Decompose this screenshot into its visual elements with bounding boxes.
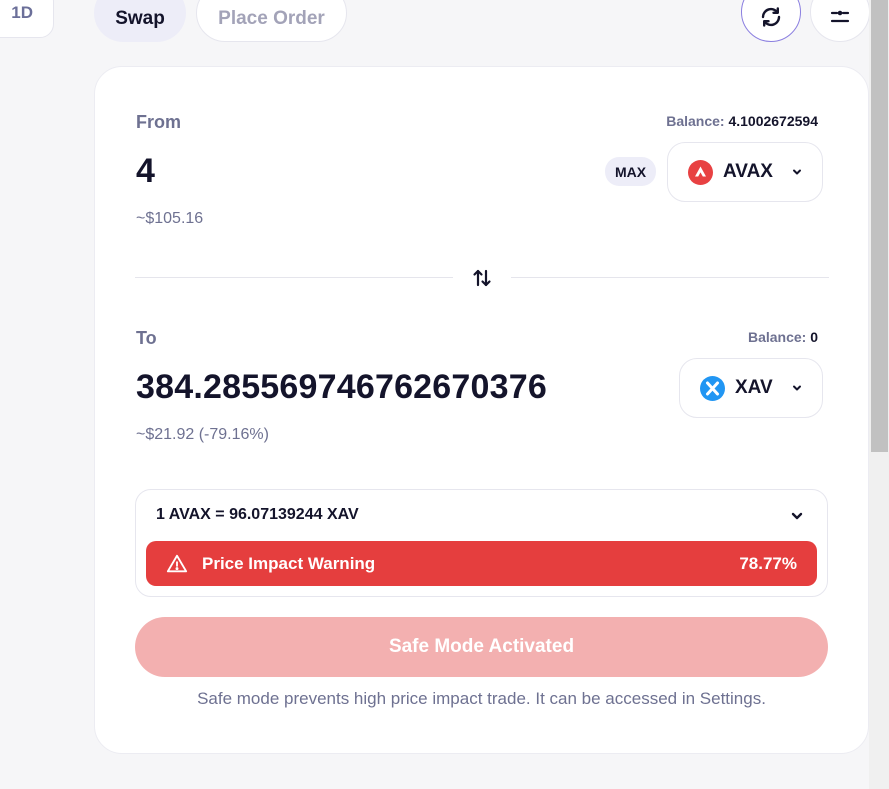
from-balance: Balance: 4.1002672594 <box>600 113 818 129</box>
tab-swap[interactable]: Swap <box>94 0 186 42</box>
price-impact-label: Price Impact Warning <box>202 553 376 573</box>
sliders-icon <box>830 10 850 23</box>
safe-mode-note: Safe mode prevents high price impact tra… <box>197 689 766 708</box>
rate-expand-button[interactable] <box>789 508 805 524</box>
timeframe-label: 1D <box>11 3 33 22</box>
timeframe-button[interactable]: 1D <box>0 0 54 38</box>
tab-place-order-label: Place Order <box>218 8 325 29</box>
to-balance: Balance: 0 <box>600 329 818 345</box>
from-label: From <box>136 112 181 132</box>
refresh-button[interactable] <box>741 0 801 42</box>
to-token-select[interactable]: XAV <box>679 358 823 418</box>
avax-token-icon <box>688 159 713 185</box>
safe-mode-label: Safe Mode Activated <box>388 636 575 657</box>
xav-token-icon <box>700 375 725 401</box>
to-token-label: XAV <box>735 377 773 398</box>
warning-icon <box>166 554 188 572</box>
from-amount-input[interactable]: 4 <box>136 152 155 191</box>
from-balance-label: Balance: <box>666 113 725 129</box>
from-token-label: AVAX <box>723 161 773 182</box>
chevron-down-icon <box>792 385 801 391</box>
to-balance-value: 0 <box>810 329 818 345</box>
max-label: MAX <box>614 163 647 180</box>
switch-direction-button[interactable] <box>470 266 494 290</box>
to-balance-label: Balance: <box>747 329 807 345</box>
chevron-down-icon <box>791 512 803 520</box>
settings-button[interactable] <box>810 0 870 42</box>
divider-right <box>511 277 829 278</box>
from-usd-value: ~$105.16 <box>136 210 204 227</box>
price-impact-value: 78.77% <box>739 553 797 573</box>
tab-swap-label: Swap <box>115 8 165 29</box>
exchange-rate: 1 AVAX = 96.07139244 XAV <box>156 506 359 523</box>
to-label: To <box>136 328 157 348</box>
swap-arrows-icon <box>473 269 491 287</box>
divider-left <box>135 277 453 278</box>
scrollbar-thumb[interactable] <box>871 0 888 452</box>
max-button[interactable]: MAX <box>605 157 656 186</box>
to-amount-output[interactable]: 384.285569746762670376 <box>136 368 547 407</box>
tab-place-order[interactable]: Place Order <box>196 0 347 42</box>
safe-mode-button[interactable]: Safe Mode Activated <box>135 617 828 677</box>
to-usd-value: ~$21.92 (-79.16%) <box>136 426 269 443</box>
price-impact-warning: Price Impact Warning 78.77% <box>146 541 817 586</box>
from-token-select[interactable]: AVAX <box>667 142 823 202</box>
refresh-icon <box>761 7 781 27</box>
chevron-down-icon <box>792 169 801 175</box>
from-balance-value: 4.1002672594 <box>728 113 818 129</box>
